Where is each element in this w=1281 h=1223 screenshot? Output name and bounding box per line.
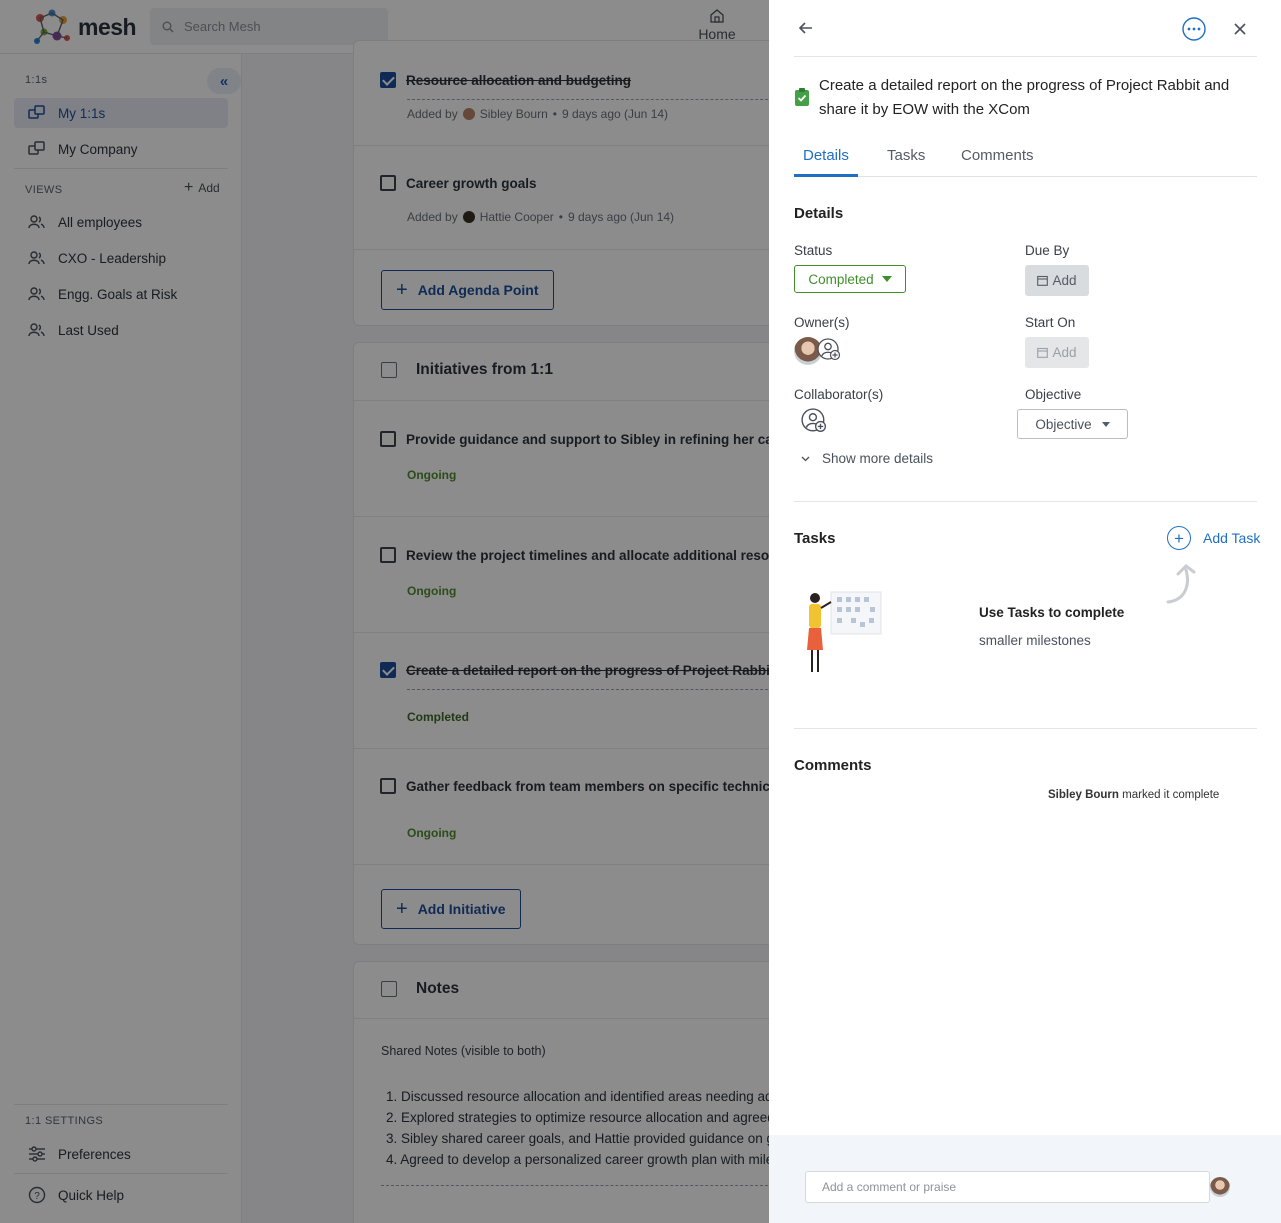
tab-details[interactable]: Details — [803, 147, 849, 164]
collaborators-label: Collaborator(s) — [794, 387, 884, 402]
divider — [794, 728, 1257, 729]
show-more-label: Show more details — [822, 451, 934, 466]
due-by-label: Due By — [1025, 243, 1070, 258]
tasks-empty-subtitle: smaller milestones — [979, 633, 1091, 648]
details-header: Details — [794, 205, 844, 222]
show-more-details-toggle[interactable]: Show more details — [801, 451, 933, 466]
add-task-button[interactable]: + Add Task — [1167, 526, 1260, 550]
current-user-avatar — [1210, 1177, 1230, 1197]
divider — [794, 56, 1257, 57]
caret-down-icon — [1101, 421, 1110, 427]
close-button[interactable] — [1232, 21, 1248, 42]
status-value: Completed — [808, 271, 874, 287]
initiative-clipboard-icon — [794, 87, 810, 112]
detail-tabs: Details Tasks Comments — [794, 140, 1257, 177]
add-task-label: Add Task — [1203, 530, 1261, 546]
tab-tasks[interactable]: Tasks — [887, 147, 925, 164]
calendar-icon — [1037, 275, 1049, 286]
activity-text: marked it complete — [1122, 789, 1220, 801]
add-person-icon — [801, 408, 827, 432]
comment-input[interactable]: Add a comment or praise — [805, 1171, 1210, 1203]
objective-button-label: Objective — [1035, 416, 1092, 432]
add-owner-button[interactable] — [817, 338, 841, 367]
close-icon — [1234, 23, 1246, 35]
start-on-button[interactable]: Add — [1025, 337, 1089, 368]
more-horizontal-icon — [1182, 17, 1206, 41]
add-collaborator-button[interactable] — [801, 408, 827, 439]
comment-placeholder: Add a comment or praise — [822, 1180, 957, 1194]
initiative-detail-panel: Create a detailed report on the progress… — [769, 0, 1281, 1223]
status-label: Status — [794, 243, 833, 258]
back-button[interactable] — [797, 19, 815, 42]
tasks-header: Tasks — [794, 530, 836, 547]
due-by-button-label: Add — [1052, 273, 1077, 288]
tasks-illustration — [805, 588, 885, 683]
comments-header: Comments — [794, 757, 872, 774]
chevron-down-icon — [801, 456, 810, 461]
active-tab-indicator — [794, 174, 858, 177]
more-options-button[interactable] — [1182, 17, 1206, 46]
objective-label: Objective — [1025, 387, 1082, 402]
tab-comments[interactable]: Comments — [961, 147, 1034, 164]
initiative-title: Create a detailed report on the progress… — [819, 77, 1230, 118]
caret-down-icon — [881, 276, 892, 282]
objective-dropdown[interactable]: Objective — [1017, 409, 1128, 439]
divider — [794, 501, 1257, 502]
plus-circle-icon: + — [1167, 526, 1191, 550]
owners-label: Owner(s) — [794, 315, 850, 330]
tasks-empty-title: Use Tasks to complete — [979, 605, 1125, 620]
status-dropdown[interactable]: Completed — [794, 265, 906, 293]
calendar-icon — [1037, 347, 1049, 358]
arrow-left-icon — [798, 22, 812, 34]
curved-arrow-icon — [1164, 562, 1204, 609]
start-on-button-label: Add — [1052, 345, 1077, 360]
add-person-icon — [817, 338, 841, 361]
activity-user: Sibley Bourn — [1048, 789, 1119, 801]
due-by-button[interactable]: Add — [1025, 265, 1089, 296]
start-on-label: Start On — [1025, 315, 1076, 330]
activity-entry: Sibley Bourn marked it complete — [1048, 789, 1219, 801]
